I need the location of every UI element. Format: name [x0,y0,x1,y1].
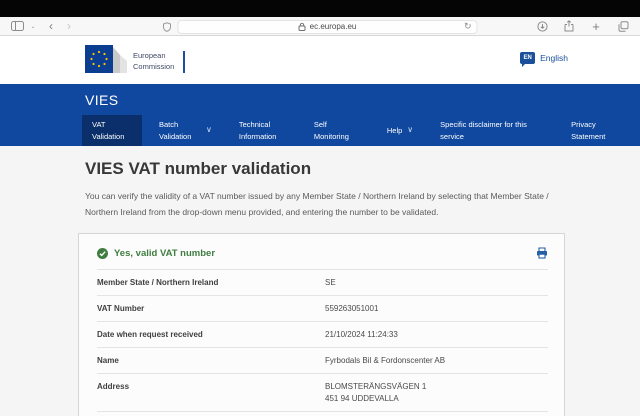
status-text: Yes, valid VAT number [114,248,215,259]
eu-flag-icon [85,45,127,78]
nav-item-technical-information[interactable]: Technical Information [229,115,297,146]
chevron-down-icon: ∨ [407,124,413,136]
row-value: 21/10/2024 11:24:33 [325,329,548,341]
row-value: BLOMSTERÄNGSVÄGEN 1 451 94 UDDEVALLA [325,381,548,405]
new-tab-icon[interactable]: + [589,18,603,34]
nav-item-batch-validation[interactable]: Batch Validation ∨ [149,115,222,146]
result-card-header: Yes, valid VAT number [79,234,564,269]
sidebar-chevron-icon[interactable]: ⌄ [26,18,40,34]
share-icon[interactable] [562,18,576,34]
table-row-request-date: Date when request received 21/10/2024 11… [97,321,548,347]
system-menubar [0,0,640,17]
address-bar[interactable]: ec.europa.eu ↻ [178,20,478,34]
main-navigation: VAT Validation Batch Validation ∨ Techni… [82,115,640,146]
page-title: VIES VAT number validation [85,146,640,179]
row-value: SE [325,277,548,289]
site-title: VIES [85,92,640,108]
language-label: English [540,53,568,63]
check-circle-icon [97,248,108,259]
nav-item-self-monitoring[interactable]: Self Monitoring [304,115,370,146]
url-text: ec.europa.eu [310,22,357,31]
lock-icon [299,23,306,31]
tab-overview-icon[interactable] [616,18,630,34]
privacy-shield-icon[interactable] [163,22,172,32]
ec-logo-line1: European [133,51,166,60]
downloads-icon[interactable] [535,18,549,34]
row-label: Member State / Northern Ireland [97,277,325,288]
ec-logo-line2: Commission [133,62,174,71]
browser-window: ⌄ ‹ › ec.europa.eu ↻ + [0,0,640,416]
print-icon[interactable] [536,247,548,259]
table-row-member-state: Member State / Northern Ireland SE [97,269,548,295]
nav-item-help[interactable]: Help ∨ [377,115,423,146]
forward-button[interactable]: › [62,18,76,34]
row-label: VAT Number [97,303,325,314]
address-line-2: 451 94 UDDEVALLA [325,394,399,403]
chevron-down-icon: ∨ [206,124,212,136]
browser-toolbar: ⌄ ‹ › ec.europa.eu ↻ + [0,17,640,36]
back-button[interactable]: ‹ [44,18,58,34]
reload-icon[interactable]: ↻ [464,21,472,32]
ec-logo[interactable]: European Commission [85,45,185,78]
table-row-consultation-number: Consultation Number [97,411,548,416]
nav-item-vat-validation[interactable]: VAT Validation [82,115,142,146]
table-row-vat-number: VAT Number 559263051001 [97,295,548,321]
site-banner: VIES VAT Validation Batch Validation ∨ T… [0,84,640,146]
ec-header: European Commission EN English [0,36,640,84]
row-label: Name [97,355,325,366]
page-content: VIES VAT number validation You can verif… [0,146,640,416]
table-row-address: Address BLOMSTERÄNGSVÄGEN 1 451 94 UDDEV… [97,373,548,411]
language-selector[interactable]: EN English [520,52,568,64]
ec-logo-text: European Commission [133,51,174,71]
row-label: Date when request received [97,329,325,340]
nav-item-specific-disclaimer[interactable]: Specific disclaimer for this service [430,115,554,146]
table-row-name: Name Fyrbodals Bil & Fordonscenter AB [97,347,548,373]
ec-logo-separator [183,51,185,73]
nav-item-privacy-statement[interactable]: Privacy Statement [561,115,625,146]
language-badge: EN [520,52,535,64]
status-message: Yes, valid VAT number [97,248,215,259]
row-value: Fyrbodals Bil & Fordonscenter AB [325,355,548,367]
address-line-1: BLOMSTERÄNGSVÄGEN 1 [325,382,426,391]
validation-result-card: Yes, valid VAT number Member State / Nor… [78,233,565,416]
row-label: Address [97,381,325,392]
intro-text: You can verify the validity of a VAT num… [85,189,565,220]
result-table: Member State / Northern Ireland SE VAT N… [97,269,548,416]
sidebar-icon[interactable] [10,18,24,34]
row-value: 559263051001 [325,303,548,315]
